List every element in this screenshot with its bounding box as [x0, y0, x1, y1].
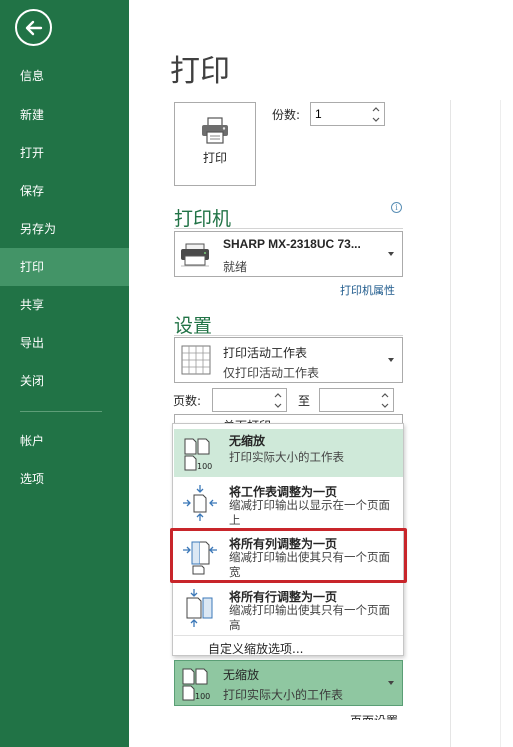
nav-close[interactable]: 关闭 [0, 362, 129, 400]
arrow-left-icon [25, 20, 43, 36]
pages-from-stepper[interactable] [212, 388, 287, 412]
chevron-down-icon [274, 403, 282, 408]
copies-label: 份数: [272, 108, 301, 122]
fit-sheet-icon [183, 485, 217, 521]
pages-to-down-button[interactable] [379, 401, 391, 411]
scaling-option-title: 无缩放 [229, 434, 266, 448]
pages-from-up-button[interactable] [272, 391, 284, 401]
dropdown-arrow-icon [388, 358, 394, 362]
chevron-up-icon [274, 393, 282, 398]
svg-text:100: 100 [197, 462, 212, 471]
settings-heading: 设置 [174, 315, 213, 337]
scaling-dropdown-desc: 打印实际大小的工作表 [223, 688, 344, 702]
back-button[interactable] [15, 9, 52, 46]
nav-save[interactable]: 保存 [0, 172, 129, 210]
print-button-label: 打印 [202, 151, 227, 165]
chevron-down-icon [381, 403, 389, 408]
nav-new[interactable]: 新建 [0, 96, 129, 134]
pages-to-up-button[interactable] [379, 391, 391, 401]
nav-export[interactable]: 导出 [0, 324, 129, 362]
printer-dropdown[interactable]: SHARP MX-2318UC 73... 就绪 [174, 231, 403, 277]
pages-label: 页数: [173, 394, 202, 408]
no-scaling-icon: 100 [184, 438, 212, 471]
page-title: 打印 [170, 54, 230, 89]
copies-input[interactable] [315, 106, 365, 122]
chevron-up-icon [381, 393, 389, 398]
print-button[interactable]: 打印 [174, 102, 256, 186]
preview-divider [500, 100, 501, 747]
settings-heading-divider [174, 335, 403, 336]
scaling-option-desc: 打印实际大小的工作表 [229, 450, 344, 464]
copies-up-button[interactable] [370, 105, 382, 115]
nav-account[interactable]: 帐户 [0, 422, 129, 460]
info-icon[interactable]: i [391, 202, 402, 213]
scaling-dropdown[interactable]: 100 无缩放 打印实际大小的工作表 [174, 660, 403, 706]
printer-status: 就绪 [223, 260, 248, 274]
scaling-dropdown-title: 无缩放 [223, 668, 260, 682]
custom-scaling-options-link[interactable]: 自定义缩放选项... [208, 640, 303, 657]
nav-print[interactable]: 打印 [0, 248, 129, 286]
chevron-down-icon [372, 117, 380, 122]
copies-stepper[interactable] [310, 102, 385, 126]
fit-rows-icon [186, 589, 213, 627]
printer-name: SHARP MX-2318UC 73... [223, 237, 361, 251]
print-what-title: 打印活动工作表 [223, 346, 308, 360]
printer-heading-divider [174, 228, 403, 229]
pages-to-stepper[interactable] [319, 388, 394, 412]
scaling-option-desc: 缩减打印输出以显示在一个页面上 [229, 498, 390, 527]
pages-to-label: 至 [298, 394, 311, 408]
scaling-option-fit-rows[interactable]: 将所有行调整为一页 缩减打印输出使其只有一个页面高 [174, 585, 403, 633]
printer-properties-link[interactable]: 打印机属性 [340, 282, 395, 298]
copies-down-button[interactable] [370, 115, 382, 125]
sheet-grid-icon [181, 345, 211, 375]
nav-info[interactable]: 信息 [0, 57, 129, 95]
no-scaling-icon: 100 [182, 668, 210, 701]
print-what-desc: 仅打印活动工作表 [223, 366, 320, 380]
nav-save-as[interactable]: 另存为 [0, 210, 129, 248]
pages-from-down-button[interactable] [272, 401, 284, 411]
dropdown-arrow-icon [388, 681, 394, 685]
scaling-option-no-scaling[interactable]: 100 无缩放 打印实际大小的工作表 [174, 429, 403, 477]
svg-text:100: 100 [195, 692, 210, 701]
print-what-dropdown[interactable]: 打印活动工作表 仅打印活动工作表 [174, 337, 403, 383]
menu-separator [174, 635, 403, 636]
nav-share[interactable]: 共享 [0, 286, 129, 324]
preview-divider [450, 100, 451, 747]
highlight-annotation [170, 528, 407, 583]
nav-options[interactable]: 选项 [0, 460, 129, 498]
printer-device-icon [181, 243, 209, 267]
chevron-up-icon [372, 107, 380, 112]
scaling-option-fit-sheet[interactable]: 将工作表调整为一页 缩减打印输出以显示在一个页面上 [174, 480, 403, 528]
nav-open[interactable]: 打开 [0, 134, 129, 172]
dropdown-arrow-icon [388, 252, 394, 256]
printer-heading: 打印机 [174, 208, 232, 230]
scaling-option-desc: 缩减打印输出使其只有一个页面高 [229, 603, 390, 632]
backstage-sidebar: 信息 新建 打开 保存 另存为 打印 共享 导出 关闭 帐户 选项 [0, 0, 129, 747]
page-setup-link[interactable]: 页面设置 [350, 712, 398, 720]
printer-icon [202, 117, 228, 144]
nav-divider [20, 411, 102, 412]
